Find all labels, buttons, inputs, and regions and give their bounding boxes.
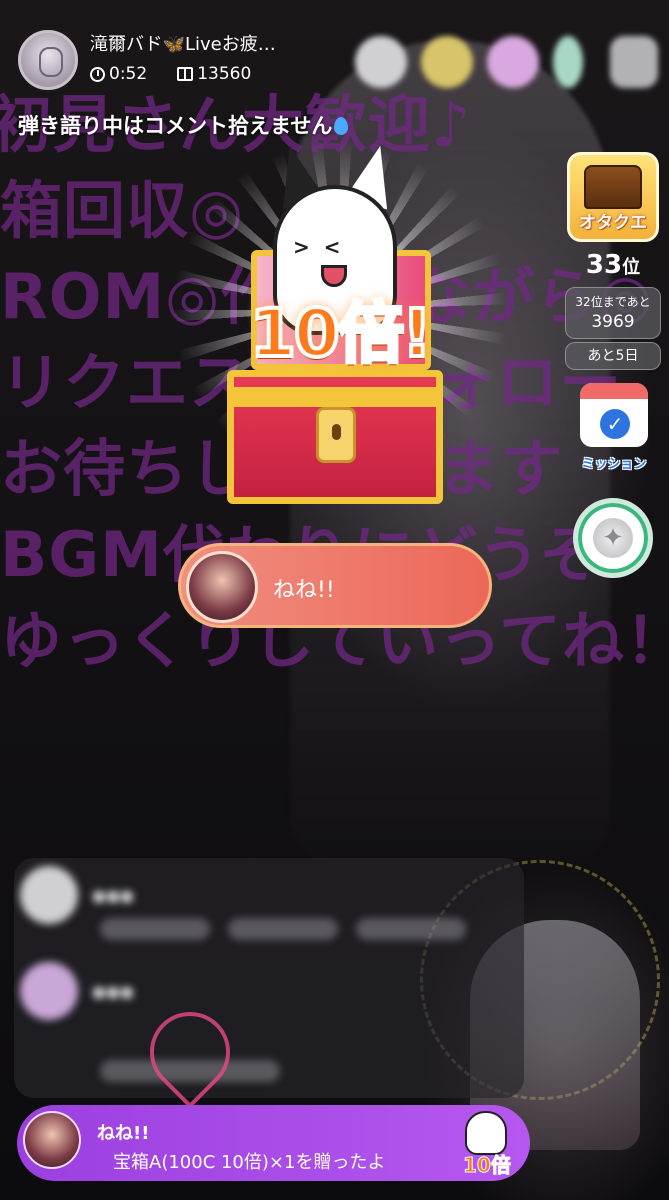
treasure-chest-icon: [584, 165, 642, 209]
sender-name: ねね!!: [273, 578, 335, 603]
next-rank-value: 3969: [591, 312, 635, 332]
rank-number: 33: [585, 250, 623, 280]
mission-button[interactable]: ✓ ミッション: [574, 383, 654, 472]
gift-notification-banner[interactable]: ねね!! 宝箱A(100C 10倍)×1を贈ったよ 10倍: [17, 1105, 530, 1181]
multiplier-label: 10倍!: [248, 293, 434, 374]
sweat-drop-icon: [334, 117, 349, 135]
viewer-avatar[interactable]: [355, 36, 407, 88]
gift-icon: [177, 67, 194, 81]
mission-label: ミッション: [581, 457, 647, 472]
rank-suffix: 位: [622, 257, 641, 278]
chat-message[interactable]: ●●●: [20, 962, 134, 1020]
chat-message[interactable]: ●●●: [20, 866, 134, 924]
viewer-avatars[interactable]: [355, 36, 583, 88]
chat-avatar[interactable]: [20, 866, 78, 924]
elapsed-value: 0:52: [109, 64, 148, 84]
clock-icon: [90, 66, 105, 82]
calendar-icon: ✓: [580, 383, 648, 447]
banner-sender-name: ねね!!: [97, 1123, 150, 1144]
elapsed-time: 0:52: [90, 64, 147, 84]
host-stats: 0:52 13560: [90, 64, 251, 84]
host-name[interactable]: 滝爾バド🦋Liveお疲…: [90, 30, 276, 56]
banner-gift-icon: 10倍: [457, 1111, 517, 1178]
viewer-avatar[interactable]: [553, 36, 583, 88]
stream-title-text: 弾き語り中はコメント拾えません: [18, 114, 333, 138]
menu-icon[interactable]: [610, 36, 658, 88]
banner-avatar[interactable]: [23, 1111, 81, 1169]
days-left: あと5日: [565, 342, 661, 370]
gift-points: 13560: [177, 64, 251, 84]
event-rank: 33位: [567, 250, 659, 280]
sender-avatar[interactable]: [186, 551, 258, 623]
chest-body: [227, 370, 443, 504]
chat-text: ●●●: [92, 981, 134, 1001]
otaku-quest-badge[interactable]: オタクエ: [567, 152, 659, 242]
viewer-avatar[interactable]: [487, 36, 539, 88]
chat-avatar[interactable]: [20, 962, 78, 1020]
next-rank-box: 32位まであと 3969: [565, 287, 661, 339]
compass-button[interactable]: ✦: [573, 498, 653, 578]
chest-stripe: [234, 387, 436, 407]
reaction-tag: [100, 918, 210, 940]
mascot-eyes: ><: [293, 235, 355, 259]
reaction-tag: [228, 918, 338, 940]
chat-reactions: [100, 918, 466, 940]
reaction-tag: [356, 918, 466, 940]
next-rank-label: 32位まであと: [575, 295, 651, 309]
banner-message: 宝箱A(100C 10倍)×1を贈ったよ: [113, 1152, 386, 1173]
compass-star-icon: ✦: [593, 518, 633, 558]
gift-points-value: 13560: [197, 64, 252, 84]
stream-title: 弾き語り中はコメント拾えません: [18, 110, 349, 140]
otaku-quest-label: オタクエ: [579, 213, 647, 233]
gift-sender-pill[interactable]: ねね!!: [178, 543, 492, 628]
banner-gift-label: 10倍: [463, 1153, 512, 1178]
chest-lock-icon: [316, 407, 356, 463]
chat-text: ●●●: [92, 885, 134, 905]
viewer-avatar[interactable]: [421, 36, 473, 88]
checkmark-icon: ✓: [600, 409, 630, 439]
host-avatar[interactable]: [18, 30, 78, 90]
